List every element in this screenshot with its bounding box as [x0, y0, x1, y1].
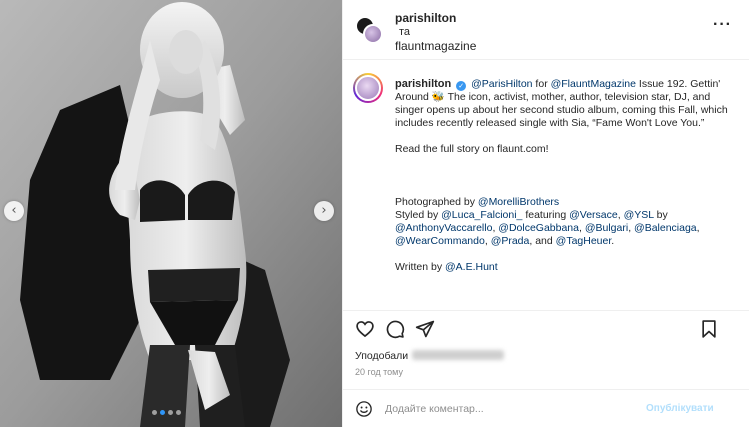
comment-icon[interactable]	[385, 319, 405, 339]
post-media[interactable]: ‹ ›	[0, 0, 342, 427]
mention-link[interactable]: @DolceGabbana	[498, 222, 579, 234]
more-options-icon[interactable]: ···	[713, 16, 732, 34]
caption-text-segment: featuring	[522, 209, 570, 221]
caption-area: parishilton ✓ @ParisHilton for @FlauntMa…	[343, 60, 749, 310]
next-slide-button[interactable]: ›	[314, 201, 334, 221]
caption-username[interactable]: parishilton	[395, 78, 451, 90]
caption-text-segment: Photographed by	[395, 196, 478, 208]
mention-link[interactable]: @Luca_Falcioni_	[441, 209, 522, 221]
chevron-left-icon: ‹	[11, 203, 17, 218]
collab-conjunction: та	[399, 26, 411, 38]
share-icon[interactable]	[415, 319, 435, 339]
caption-text-segment: Styled by	[395, 209, 442, 221]
action-bar	[343, 310, 749, 344]
post-caption: parishilton ✓ @ParisHilton for @FlauntMa…	[395, 78, 735, 274]
mention-link[interactable]: @Versace	[569, 209, 618, 221]
mention-link[interactable]: @A.E.Hunt	[445, 261, 498, 273]
caption-text-segment: by	[653, 209, 668, 221]
mention-link[interactable]: @TagHeuer	[556, 235, 612, 247]
collaborator-username[interactable]: flauntmagazine	[395, 39, 476, 53]
slide-dot	[168, 410, 173, 415]
likes-summary[interactable]: Уподобали	[355, 350, 505, 362]
post-header: parishilton та flauntmagazine ···	[343, 0, 749, 60]
previous-slide-button[interactable]: ‹	[4, 201, 24, 221]
caption-text-segment: .	[611, 235, 615, 247]
collab-avatars[interactable]	[355, 16, 383, 44]
mention-link[interactable]: @FlauntMagazine	[551, 78, 636, 90]
chevron-right-icon: ›	[321, 203, 327, 218]
avatar	[363, 24, 383, 44]
avatar[interactable]	[353, 73, 383, 103]
likes-label: Уподобали	[355, 350, 409, 362]
caption-credits-style: Styled by @Luca_Falcioni_ featuring @Ver…	[395, 209, 735, 248]
mention-link[interactable]: @WearCommando	[395, 235, 485, 247]
caption-read-more: Read the full story on flaunt.com!	[395, 143, 549, 155]
caption-text-segment: , and	[529, 235, 556, 247]
comment-input[interactable]	[385, 399, 635, 419]
mention-link[interactable]: @ParisHilton	[471, 78, 532, 90]
post-sidebar: parishilton та flauntmagazine ··· parish…	[342, 0, 749, 427]
mention-link[interactable]: @Prada	[491, 235, 530, 247]
caption-text-segment: ,	[696, 222, 700, 234]
mention-link[interactable]: @AnthonyVaccarello	[395, 222, 492, 234]
caption-credits-photo: Photographed by @MorelliBrothers	[395, 196, 735, 209]
mention-link[interactable]: @YSL	[624, 209, 654, 221]
blurred-username	[412, 350, 505, 360]
slide-dot	[152, 410, 157, 415]
author-username[interactable]: parishilton	[395, 11, 456, 25]
comment-bar: Опублікувати	[343, 389, 749, 427]
post-photo	[0, 0, 342, 427]
slide-dot	[160, 410, 165, 415]
post-timestamp[interactable]: 20 год тому	[355, 367, 403, 377]
bookmark-icon[interactable]	[699, 319, 719, 339]
emoji-icon[interactable]	[355, 400, 373, 418]
post-comment-button[interactable]: Опублікувати	[646, 403, 714, 414]
mention-link[interactable]: @Balenciaga	[634, 222, 697, 234]
mention-link[interactable]: @Bulgari	[585, 222, 628, 234]
verified-badge-icon: ✓	[456, 81, 467, 91]
heart-icon[interactable]	[355, 319, 375, 339]
caption-credits-written: Written by @A.E.Hunt	[395, 261, 735, 274]
slide-indicator	[152, 410, 181, 415]
mention-link[interactable]: @MorelliBrothers	[478, 196, 559, 208]
caption-text-segment: for	[532, 78, 551, 90]
slide-dot	[176, 410, 181, 415]
caption-text-segment: Written by	[395, 261, 445, 273]
